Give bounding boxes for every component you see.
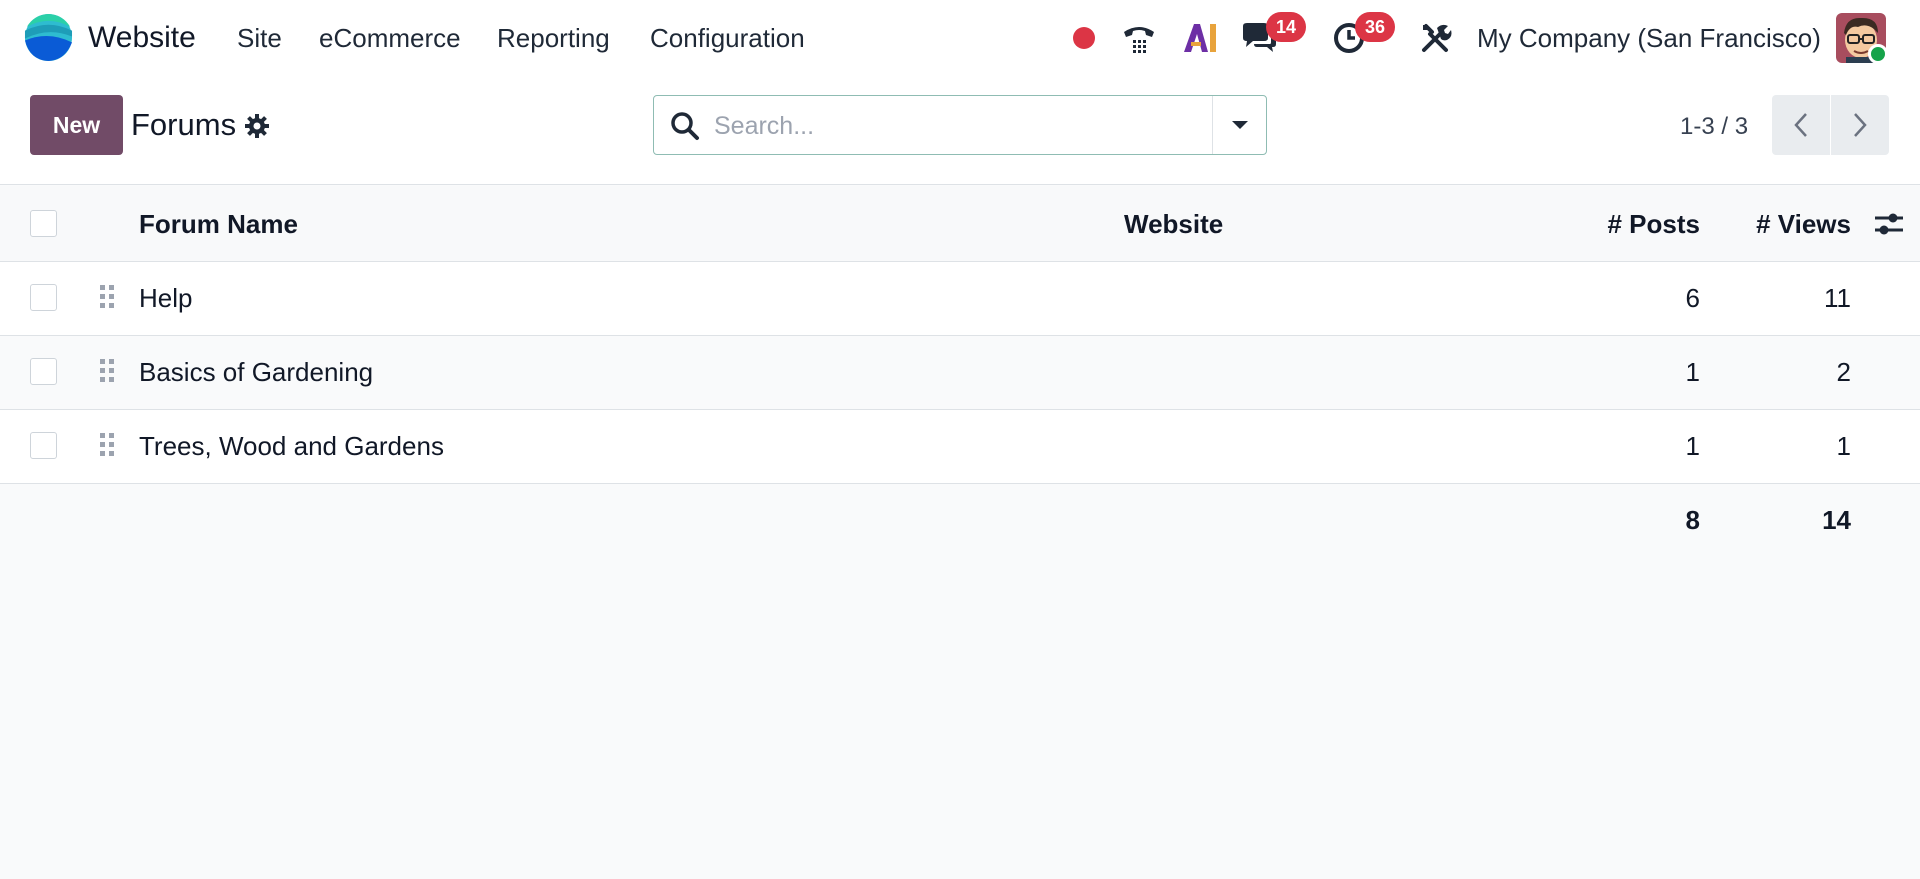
row-checkbox[interactable] <box>30 358 57 385</box>
new-button[interactable]: New <box>30 95 123 155</box>
record-icon[interactable] <box>1064 18 1104 58</box>
gear-icon[interactable] <box>243 112 271 140</box>
drag-handle-icon[interactable] <box>99 432 115 458</box>
views-cell: 2 <box>1836 357 1851 387</box>
column-header-website[interactable]: Website <box>1124 208 1223 240</box>
search-options-toggle[interactable] <box>1212 96 1266 154</box>
list-totals-row: 8 14 <box>0 484 1920 558</box>
menu-ecommerce[interactable]: eCommerce <box>319 22 461 54</box>
menu-site[interactable]: Site <box>237 22 282 54</box>
column-header-posts[interactable]: # Posts <box>1608 208 1701 240</box>
app-name[interactable]: Website <box>88 20 196 56</box>
column-header-forum-name[interactable]: Forum Name <box>139 208 298 240</box>
tools-icon[interactable] <box>1416 18 1456 58</box>
list-header: Forum Name Website # Posts # Views <box>0 186 1920 262</box>
forum-name-cell: Help <box>139 283 193 313</box>
messages-count-badge: 14 <box>1266 12 1306 42</box>
select-all-checkbox[interactable] <box>30 210 57 237</box>
search-bar <box>653 95 1267 155</box>
row-checkbox[interactable] <box>30 432 57 459</box>
online-status-dot <box>1868 44 1888 64</box>
pager-value[interactable]: 1-3 / 3 <box>1680 112 1748 142</box>
control-panel: New Forums 1-3 / 3 <box>0 76 1920 185</box>
top-navbar: Website Site eCommerce Reporting Configu… <box>0 0 1920 76</box>
drag-handle-icon[interactable] <box>99 284 115 310</box>
menu-reporting[interactable]: Reporting <box>497 22 610 54</box>
menu-configuration[interactable]: Configuration <box>650 22 805 54</box>
chevron-left-icon <box>1794 113 1807 137</box>
row-checkbox[interactable] <box>30 284 57 311</box>
forum-name-cell: Trees, Wood and Gardens <box>139 431 444 461</box>
optional-columns-icon[interactable] <box>1873 208 1905 240</box>
views-cell: 11 <box>1824 283 1851 313</box>
views-total: 14 <box>1822 505 1851 535</box>
chevron-right-icon <box>1854 113 1867 137</box>
views-cell: 1 <box>1836 431 1851 461</box>
search-icon <box>671 112 699 140</box>
pager-next-button[interactable] <box>1831 95 1889 155</box>
activities-count-badge: 36 <box>1355 12 1395 42</box>
posts-total: 8 <box>1685 505 1700 535</box>
website-app-logo[interactable] <box>24 13 73 62</box>
drag-handle-icon[interactable] <box>99 358 115 384</box>
posts-cell: 6 <box>1685 283 1700 313</box>
table-row[interactable]: Basics of Gardening 1 2 <box>0 336 1920 410</box>
table-row[interactable]: Trees, Wood and Gardens 1 1 <box>0 410 1920 484</box>
phone-icon[interactable] <box>1119 18 1159 58</box>
column-header-views[interactable]: # Views <box>1756 208 1851 240</box>
breadcrumb: Forums <box>131 107 237 142</box>
company-switcher[interactable]: My Company (San Francisco) <box>1477 22 1821 54</box>
table-row[interactable]: Help 6 11 <box>0 262 1920 336</box>
pager-previous-button[interactable] <box>1772 95 1830 155</box>
search-input[interactable] <box>714 104 1254 148</box>
forum-name-cell: Basics of Gardening <box>139 357 374 387</box>
posts-cell: 1 <box>1685 431 1700 461</box>
posts-cell: 1 <box>1685 357 1700 387</box>
caret-down-icon <box>1231 121 1248 129</box>
ai-icon[interactable] <box>1180 18 1220 58</box>
